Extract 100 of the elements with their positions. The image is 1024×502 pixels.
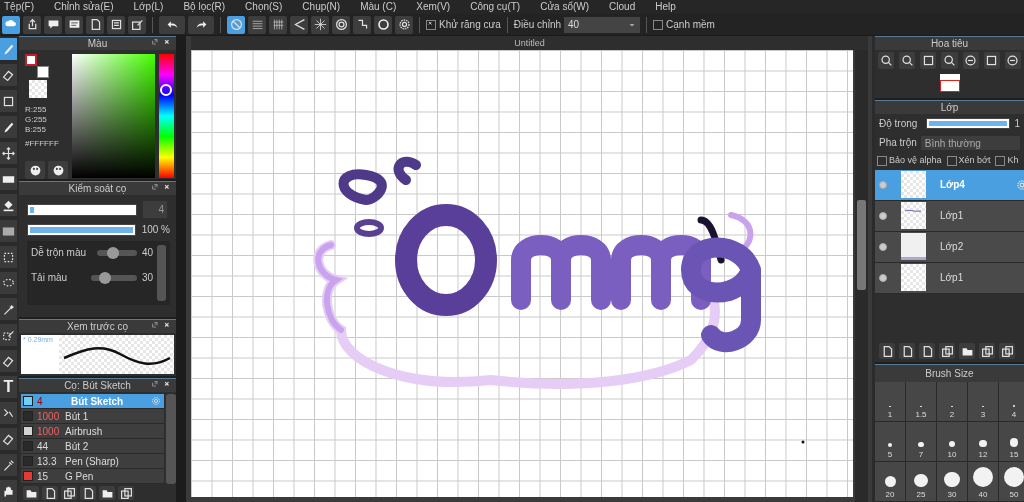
folder-button[interactable] — [23, 486, 39, 500]
checkbox[interactable] — [946, 155, 957, 166]
duplicate-button[interactable] — [118, 486, 134, 500]
page-button[interactable] — [919, 343, 935, 359]
checkbox[interactable] — [426, 19, 436, 30]
brush-list-item[interactable]: 1000 Bút 1 — [21, 409, 164, 424]
radial-lines-button[interactable] — [311, 15, 329, 34]
pop-out-icon[interactable] — [152, 184, 161, 193]
perspective-button[interactable] — [290, 15, 308, 34]
menu-item[interactable]: Xem(V) — [416, 1, 451, 13]
duplicate-button[interactable] — [939, 343, 955, 359]
brush-size-preset[interactable]: 50 — [999, 462, 1024, 502]
page-button[interactable] — [42, 486, 58, 500]
note-button[interactable] — [65, 15, 83, 34]
slider-thumb[interactable] — [106, 246, 119, 259]
circle-button[interactable] — [374, 15, 392, 34]
selection-pen-tool-button[interactable] — [0, 324, 17, 346]
menu-item[interactable]: Chỉnh sửa(E) — [54, 1, 114, 13]
slider-track[interactable] — [90, 274, 137, 281]
no-snap-button[interactable] — [227, 15, 245, 34]
menu-item[interactable]: Công cụ(T) — [470, 1, 521, 13]
move-tool-button[interactable] — [0, 142, 17, 164]
color-picker-square[interactable] — [72, 54, 156, 178]
checkbox[interactable] — [877, 155, 887, 166]
rotate-button[interactable] — [962, 52, 979, 69]
folder-button[interactable] — [959, 343, 975, 359]
menu-item[interactable]: Chọn(S) — [245, 1, 283, 13]
divide-tool-button[interactable] — [0, 402, 17, 424]
scrollbar[interactable] — [157, 245, 166, 301]
cloud-button[interactable] — [2, 15, 20, 34]
pop-out-icon[interactable] — [152, 381, 161, 390]
duplicate-button[interactable] — [61, 486, 77, 500]
brush-list-item[interactable]: 15 G Pen — [21, 469, 164, 484]
brush-list-item[interactable]: 13.3 Pen (Sharp) — [21, 454, 164, 469]
share-button[interactable] — [23, 15, 41, 34]
menu-item[interactable]: Help — [655, 1, 676, 13]
menu-item[interactable]: Màu (C) — [360, 1, 397, 13]
fit-button[interactable] — [983, 52, 1000, 69]
menu-item[interactable]: Cửa sổ(W) — [540, 1, 590, 13]
brush-size-preset[interactable]: 4 — [999, 382, 1024, 422]
hue-slider[interactable] — [159, 54, 174, 178]
slider-thumb[interactable] — [98, 271, 111, 284]
eraser-tool-button[interactable] — [0, 428, 17, 450]
brush-size-preset[interactable]: 7 — [906, 422, 937, 462]
document-tab[interactable]: Untitled — [191, 36, 868, 50]
gradient-tool-button[interactable] — [0, 220, 17, 242]
checkbox[interactable] — [995, 155, 1006, 166]
menu-item[interactable]: Bộ lọc(R) — [183, 1, 226, 13]
visibility-dot[interactable] — [879, 273, 887, 282]
brush-size-preset[interactable]: 5 — [875, 422, 906, 462]
brush-size-preset[interactable]: 1 — [875, 382, 906, 422]
grid-lines-button[interactable] — [269, 15, 287, 34]
duplicate-button[interactable] — [979, 343, 995, 359]
brush-size-preset[interactable]: 2 — [937, 382, 968, 422]
scrollbar[interactable] — [166, 394, 176, 484]
brush-size-preset[interactable]: 30 — [937, 462, 968, 502]
brush-size-preset[interactable]: 10 — [937, 422, 968, 462]
page-button[interactable] — [80, 486, 96, 500]
brush-list-item[interactable]: 44 Bút 2 — [21, 439, 164, 454]
magic-wand-tool-button[interactable] — [0, 298, 17, 320]
menu-item[interactable]: Chụp(N) — [302, 1, 341, 13]
brush-size-preset[interactable]: 1.5 — [906, 382, 937, 422]
background-color-swatch[interactable] — [37, 66, 49, 78]
zoom-button[interactable] — [899, 52, 916, 69]
redo-button[interactable] — [188, 15, 214, 34]
page-button[interactable] — [86, 15, 104, 34]
edit-button[interactable] — [128, 15, 146, 34]
selection-tool-button[interactable] — [0, 246, 17, 268]
visibility-dot[interactable] — [879, 211, 887, 220]
fit-button[interactable] — [920, 52, 937, 69]
brush-list-item[interactable]: 1000 Airbrush — [21, 424, 164, 439]
duplicate-button[interactable] — [999, 343, 1015, 359]
slider-track[interactable] — [96, 249, 137, 256]
undo-button[interactable] — [159, 15, 185, 34]
square-tool-button[interactable] — [0, 90, 17, 112]
pop-out-icon[interactable] — [152, 39, 161, 48]
list-button[interactable] — [107, 15, 125, 34]
fill-tool-button[interactable] — [0, 168, 17, 190]
menu-item[interactable]: Lớp(L) — [133, 1, 164, 13]
zoom-button[interactable] — [878, 52, 895, 69]
eraser-tool-button[interactable] — [0, 64, 17, 86]
brush-size-slider[interactable] — [27, 203, 137, 216]
concentric-circles-button[interactable] — [332, 15, 350, 34]
page-button[interactable] — [879, 343, 895, 359]
scrollbar[interactable] — [855, 50, 868, 502]
text-tool-button[interactable]: T — [0, 376, 17, 398]
layer-item[interactable]: Lớp1 — [875, 200, 1024, 232]
folder-button[interactable] — [99, 486, 115, 500]
settings-button[interactable] — [395, 15, 413, 34]
bucket-tool-button[interactable] — [0, 194, 17, 216]
checkbox[interactable] — [653, 19, 664, 30]
brush-tool-button[interactable] — [0, 116, 17, 138]
eyedropper-tool-button[interactable] — [0, 454, 17, 476]
adjust-dropdown[interactable]: 40 — [564, 16, 641, 33]
brush-size-preset[interactable]: 40 — [968, 462, 999, 502]
brush-size-preset[interactable]: 20 — [875, 462, 906, 502]
curve-button[interactable] — [353, 15, 371, 34]
visibility-dot[interactable] — [879, 180, 887, 189]
layer-item[interactable]: Lớp2 — [875, 231, 1024, 263]
brush-size-preset[interactable]: 3 — [968, 382, 999, 422]
